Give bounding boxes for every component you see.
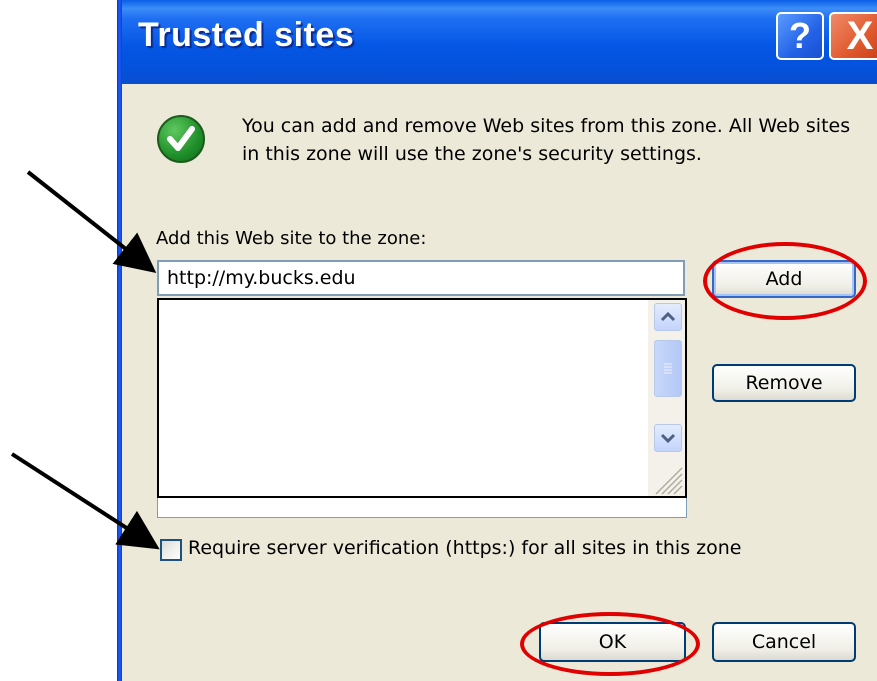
scroll-thumb[interactable] xyxy=(654,340,682,397)
info-text: You can add and remove Web sites from th… xyxy=(242,115,851,165)
add-site-label: Add this Web site to the zone: xyxy=(156,228,427,249)
listbox-footer xyxy=(157,498,687,518)
resize-grip-icon[interactable] xyxy=(648,460,684,496)
scroll-down-button[interactable] xyxy=(654,424,682,452)
add-button[interactable]: Add xyxy=(712,260,856,298)
help-icon: ? xyxy=(789,15,811,56)
grip-lines-icon xyxy=(664,363,672,374)
require-https-checkbox[interactable] xyxy=(160,539,182,561)
window-title: Trusted sites xyxy=(138,16,355,54)
url-input[interactable] xyxy=(157,260,685,296)
help-button[interactable]: ? xyxy=(776,12,824,60)
chevron-down-icon xyxy=(660,433,676,444)
close-icon: X xyxy=(846,13,874,58)
websites-listbox[interactable] xyxy=(157,298,687,498)
remove-button[interactable]: Remove xyxy=(712,364,856,402)
cancel-button[interactable]: Cancel xyxy=(712,622,856,662)
close-button[interactable]: X xyxy=(829,12,877,60)
check-icon xyxy=(157,115,205,163)
chevron-up-icon xyxy=(660,311,676,322)
ok-button[interactable]: OK xyxy=(539,622,686,662)
dialog-left-border xyxy=(117,0,122,681)
require-https-label: Require server verification (https:) for… xyxy=(188,537,742,559)
scroll-up-button[interactable] xyxy=(654,303,682,331)
